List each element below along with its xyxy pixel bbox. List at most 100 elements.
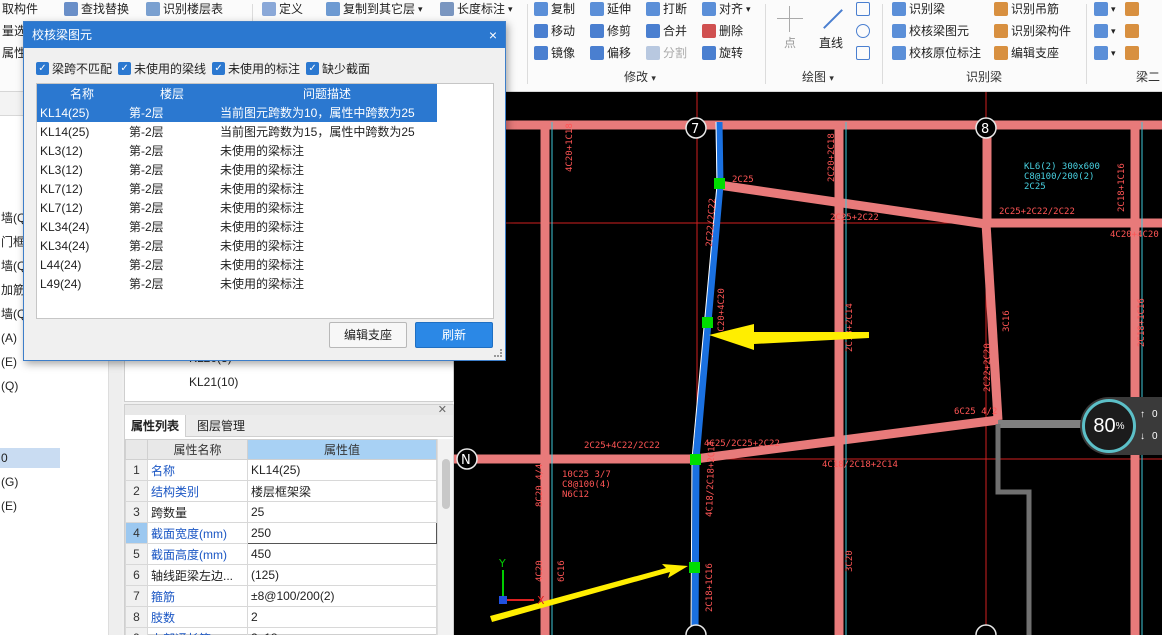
draw-point-button[interactable]: 点 bbox=[775, 4, 805, 51]
check-inplace-annotation-button[interactable]: 校核原位标注 bbox=[892, 44, 981, 62]
ribbon-more-1[interactable]: ▾ bbox=[1094, 0, 1139, 18]
resize-grip[interactable] bbox=[494, 349, 502, 357]
table-row[interactable]: KL7(12) 第-2层 未使用的梁标注 bbox=[37, 179, 437, 198]
refresh-button[interactable]: 刷新 bbox=[415, 322, 493, 348]
check-beam-element-button[interactable]: 校核梁图元 bbox=[892, 22, 969, 40]
property-row[interactable]: 3 跨数量 25 bbox=[125, 501, 437, 523]
delete-button[interactable]: 删除 bbox=[702, 22, 743, 40]
col-floor-header[interactable]: 楼层 bbox=[127, 84, 217, 103]
filter-span-mismatch[interactable]: ✓ 梁跨不匹配 bbox=[36, 58, 112, 78]
table-row[interactable]: KL7(12) 第-2层 未使用的梁标注 bbox=[37, 198, 437, 217]
recognize-beam-button[interactable]: 识别梁 bbox=[892, 0, 945, 18]
table-row[interactable]: KL3(12) 第-2层 未使用的梁标注 bbox=[37, 160, 437, 179]
copy-to-other-floor-button[interactable]: 复制到其它层 ▾ bbox=[326, 0, 423, 18]
tree-item[interactable]: (G) bbox=[0, 472, 60, 492]
property-value[interactable]: 250 bbox=[247, 522, 437, 544]
merge-button[interactable]: 合并 bbox=[646, 22, 687, 40]
drawing-canvas[interactable]: 7 8 N 4C20+1C18 2C20+2C18 2C18+2C14 4C20… bbox=[454, 92, 1162, 635]
align-button[interactable]: 对齐 ▾ bbox=[702, 0, 751, 18]
grip-point[interactable] bbox=[714, 178, 725, 189]
modify-group-label: 修改 ▾ bbox=[624, 70, 656, 84]
property-value[interactable]: 2±18 bbox=[247, 627, 437, 635]
property-index: 2 bbox=[125, 480, 148, 502]
table-row[interactable]: KL34(24) 第-2层 未使用的梁标注 bbox=[37, 217, 437, 236]
find-replace-button[interactable]: 查找替换 bbox=[64, 0, 129, 18]
ribbon-more-2[interactable]: ▾ bbox=[1094, 22, 1139, 40]
property-value[interactable]: 2 bbox=[247, 606, 437, 628]
ribbon-pick-component[interactable]: 取构件 bbox=[2, 0, 38, 18]
copy-button[interactable]: 复制 bbox=[534, 0, 575, 18]
filter-missing-section[interactable]: ✓ 缺少截面 bbox=[306, 58, 370, 78]
property-value[interactable]: 楼层框架梁 bbox=[247, 480, 437, 502]
edit-support-ribbon-button[interactable]: 编辑支座 bbox=[994, 44, 1059, 62]
offset-button[interactable]: 偏移 bbox=[590, 44, 631, 62]
draw-line-button[interactable]: 直线 bbox=[814, 4, 848, 51]
grip-point[interactable] bbox=[689, 562, 700, 573]
scrollbar-thumb[interactable] bbox=[442, 459, 450, 509]
close-icon[interactable]: × bbox=[489, 22, 497, 48]
dialog-title-bar[interactable]: 校核梁图元 × bbox=[24, 22, 505, 48]
property-value[interactable]: ±8@100/200(2) bbox=[247, 585, 437, 607]
ribbon-more-3[interactable]: ▾ bbox=[1094, 44, 1139, 62]
property-row[interactable]: 2 结构类别 楼层框架梁 bbox=[125, 480, 437, 502]
table-row[interactable]: KL14(25) 第-2层 当前图元跨数为15，属性中跨数为25 bbox=[37, 122, 437, 141]
rotate-button[interactable]: 旋转 bbox=[702, 44, 743, 62]
table-row[interactable]: L49(24) 第-2层 未使用的梁标注 bbox=[37, 274, 437, 293]
property-row[interactable]: 9上部通长筋2±18 bbox=[125, 627, 437, 635]
draw-circle-button[interactable] bbox=[856, 22, 870, 40]
properties-scrollbar[interactable] bbox=[437, 439, 453, 635]
filter-unused-annotation[interactable]: ✓ 未使用的标注 bbox=[212, 58, 300, 78]
wall bbox=[995, 424, 1032, 635]
break-button[interactable]: 打断 bbox=[646, 0, 687, 18]
properties-table: 属性名称 属性值 1 名称 KL14(25) 2 结构类别 楼层框架梁 3 跨数量 25 4 截面宽… bbox=[125, 439, 437, 635]
trim-button[interactable]: 修剪 bbox=[590, 22, 631, 40]
table-row[interactable]: L44(24) 第-2层 未使用的梁标注 bbox=[37, 255, 437, 274]
move-button[interactable]: 移动 bbox=[534, 22, 575, 40]
property-row[interactable]: 8 肢数 2 bbox=[125, 606, 437, 628]
tree-item[interactable]: (E) bbox=[0, 496, 60, 516]
split-button[interactable]: 分割 bbox=[646, 44, 687, 62]
recognize-hanger-button[interactable]: 识别吊筋 bbox=[994, 0, 1059, 18]
tab-layer-management[interactable]: 图层管理 bbox=[191, 415, 251, 437]
property-row[interactable]: 4 截面宽度(mm) 250 bbox=[125, 522, 437, 544]
mirror-button[interactable]: 镜像 bbox=[534, 44, 575, 62]
property-value[interactable]: 25 bbox=[247, 501, 437, 523]
checkbox-checked-icon: ✓ bbox=[212, 61, 226, 75]
property-name: 轴线距梁左边... bbox=[147, 564, 248, 586]
col-desc-header[interactable]: 问题描述 bbox=[217, 84, 437, 103]
filter-unused-beam-line[interactable]: ✓ 未使用的梁线 bbox=[118, 58, 206, 78]
list-item[interactable]: KL21(10) bbox=[189, 375, 238, 389]
cad-drawing[interactable]: 7 8 N 4C20+1C18 2C20+2C18 2C18+2C14 4C20… bbox=[454, 92, 1162, 635]
issue-table: 名称 楼层 问题描述 KL14(25) 第-2层 当前图元跨数为10，属性中跨数为2… bbox=[37, 84, 437, 293]
zoom-gauge[interactable]: 80% ↑ 0 ↓ 0 bbox=[1080, 397, 1162, 455]
property-row[interactable]: 1 名称 KL14(25) bbox=[125, 459, 437, 481]
length-dimension-button[interactable]: 长度标注 ▾ bbox=[440, 0, 513, 18]
property-value[interactable]: KL14(25) bbox=[247, 459, 437, 481]
grip-point[interactable] bbox=[690, 454, 701, 465]
table-row[interactable]: KL34(24) 第-2层 未使用的梁标注 bbox=[37, 236, 437, 255]
draw-rect-button[interactable] bbox=[856, 0, 870, 18]
edit-support-button[interactable]: 编辑支座 bbox=[329, 322, 407, 348]
property-value[interactable]: 450 bbox=[247, 543, 437, 565]
property-row[interactable]: 5 截面高度(mm) 450 bbox=[125, 543, 437, 565]
draw-arc-button[interactable] bbox=[856, 44, 870, 62]
recognize-beam-component-button[interactable]: 识别梁构件 bbox=[994, 22, 1071, 40]
define-button[interactable]: 定义 bbox=[262, 0, 303, 18]
property-index: 6 bbox=[125, 564, 148, 586]
table-row[interactable]: KL14(25) 第-2层 当前图元跨数为10，属性中跨数为25 bbox=[37, 103, 437, 122]
tab-property-list[interactable]: 属性列表 bbox=[125, 415, 187, 437]
property-row[interactable]: 7 箍筋 ±8@100/200(2) bbox=[125, 585, 437, 607]
axis-label-8: 8 bbox=[981, 122, 989, 137]
table-row[interactable]: KL3(12) 第-2层 未使用的梁标注 bbox=[37, 141, 437, 160]
table-cell-desc: 未使用的梁标注 bbox=[220, 258, 305, 272]
tree-item[interactable]: (Q) bbox=[0, 376, 60, 396]
col-name-header[interactable]: 名称 bbox=[37, 84, 127, 103]
property-row[interactable]: 6 轴线距梁左边... (125) bbox=[125, 564, 437, 586]
recognize-floor-table-button[interactable]: 识别楼层表 bbox=[146, 0, 223, 18]
tree-item-selected[interactable]: 0 bbox=[0, 448, 60, 468]
property-value[interactable]: (125) bbox=[247, 564, 437, 586]
table-cell-desc: 未使用的梁标注 bbox=[220, 201, 305, 215]
table-cell-desc: 未使用的梁标注 bbox=[220, 144, 305, 158]
extend-button[interactable]: 延伸 bbox=[590, 0, 631, 18]
grip-point[interactable] bbox=[702, 317, 713, 328]
